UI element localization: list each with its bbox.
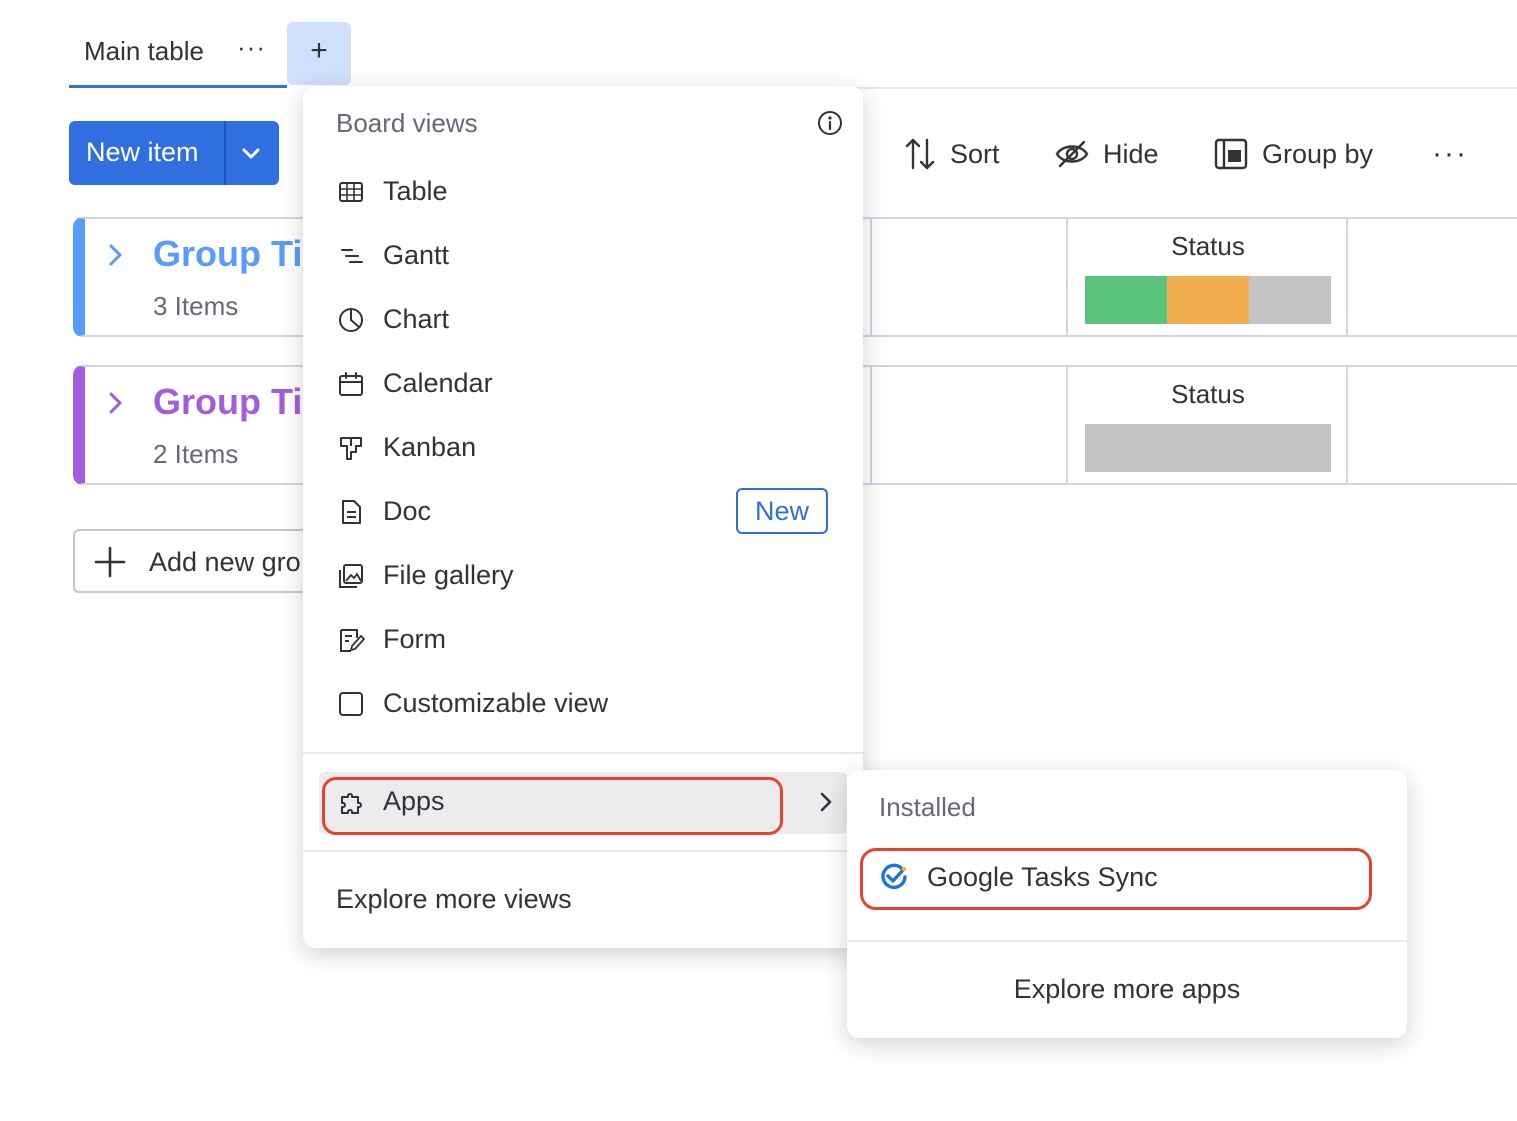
board-views-menu: Board views Table Gantt Chart Calendar K…	[303, 86, 863, 948]
hide-button[interactable]: Hide	[1055, 132, 1159, 176]
highlight-outline	[322, 777, 783, 835]
eye-off-icon	[1055, 140, 1089, 168]
add-new-group-label: Add new gro	[149, 547, 301, 577]
group-title[interactable]: Group Ti	[153, 233, 302, 275]
chevron-right-icon	[820, 792, 832, 812]
highlight-outline	[860, 848, 1372, 910]
sort-label: Sort	[950, 138, 1000, 169]
menu-item-file-gallery[interactable]: File gallery	[319, 548, 847, 604]
menu-item-gantt[interactable]: Gantt	[319, 228, 847, 284]
menu-item-kanban[interactable]: Kanban	[319, 420, 847, 476]
tab-main-table[interactable]: Main table ···	[69, 24, 287, 88]
menu-divider	[303, 850, 863, 852]
chevron-right-icon[interactable]	[103, 389, 127, 417]
explore-more-apps-link[interactable]: Explore more apps	[847, 974, 1407, 1005]
info-icon[interactable]	[817, 110, 843, 136]
group-by-label: Group by	[1262, 138, 1374, 169]
tab-label: Main table	[84, 36, 204, 66]
submenu-divider	[847, 940, 1407, 942]
menu-item-calendar[interactable]: Calendar	[319, 356, 847, 412]
apps-submenu: Installed Google Tasks Sync Explore more…	[847, 770, 1407, 1038]
status-column-header: Status	[1171, 379, 1245, 409]
file-gallery-icon	[339, 564, 363, 588]
group-card[interactable]: Group Ti 2 Items	[73, 365, 313, 485]
doc-icon	[342, 500, 361, 524]
group-card[interactable]: Group Ti 3 Items	[73, 217, 313, 337]
more-horizontal-icon[interactable]: ···	[1432, 132, 1468, 176]
group-title[interactable]: Group Ti	[153, 381, 302, 423]
status-summary-bar[interactable]	[1085, 424, 1331, 472]
sort-button[interactable]: Sort	[904, 132, 1000, 176]
menu-item-table[interactable]: Table	[319, 164, 847, 220]
column-divider	[870, 219, 872, 335]
menu-item-label: Form	[383, 624, 446, 654]
plus-icon	[94, 546, 126, 578]
group-item-count: 2 Items	[153, 439, 239, 469]
more-horizontal-icon[interactable]: ···	[237, 32, 266, 63]
group-by-button[interactable]: Group by	[1214, 132, 1373, 176]
sort-icon	[905, 138, 935, 170]
chart-icon	[339, 308, 363, 332]
menu-item-label: Customizable view	[383, 688, 609, 718]
add-view-button[interactable]: +	[287, 22, 351, 85]
explore-more-views-link[interactable]: Explore more views	[336, 884, 572, 915]
plus-icon: +	[310, 34, 328, 67]
menu-item-label: Calendar	[383, 368, 493, 398]
menu-item-form[interactable]: Form	[319, 612, 847, 668]
add-new-group-button[interactable]: Add new gro	[73, 529, 323, 593]
gantt-icon	[341, 249, 363, 263]
menu-heading: Board views	[336, 108, 478, 138]
button-separator	[224, 121, 226, 185]
table-icon	[339, 182, 363, 202]
status-segment-empty	[1085, 424, 1331, 472]
status-summary-bar[interactable]	[1085, 276, 1331, 324]
new-badge: New	[736, 488, 828, 534]
kanban-icon	[340, 437, 362, 460]
menu-item-label: File gallery	[383, 560, 514, 590]
customizable-view-icon	[339, 692, 363, 716]
menu-item-chart[interactable]: Chart	[319, 292, 847, 348]
new-item-label: New item	[86, 137, 199, 167]
chevron-down-icon[interactable]	[237, 139, 265, 167]
hide-label: Hide	[1103, 138, 1159, 169]
menu-item-label: Table	[383, 176, 448, 206]
menu-item-label: Chart	[383, 304, 450, 334]
new-item-button[interactable]: New item	[69, 121, 279, 185]
status-segment-empty	[1249, 276, 1331, 324]
status-segment-working	[1167, 276, 1249, 324]
menu-item-label: Gantt	[383, 240, 450, 270]
group-item-count: 3 Items	[153, 291, 239, 321]
calendar-icon	[339, 372, 363, 396]
column-divider	[870, 367, 872, 483]
form-icon	[340, 629, 365, 652]
menu-item-customizable-view[interactable]: Customizable view	[319, 676, 847, 732]
menu-item-label: Kanban	[383, 432, 477, 462]
status-column-header: Status	[1171, 231, 1245, 261]
submenu-heading: Installed	[879, 792, 976, 822]
menu-item-label: Doc	[383, 496, 432, 526]
group-by-icon	[1214, 138, 1248, 170]
chevron-right-icon[interactable]	[103, 241, 127, 269]
status-segment-done	[1085, 276, 1167, 324]
menu-divider	[303, 752, 863, 754]
